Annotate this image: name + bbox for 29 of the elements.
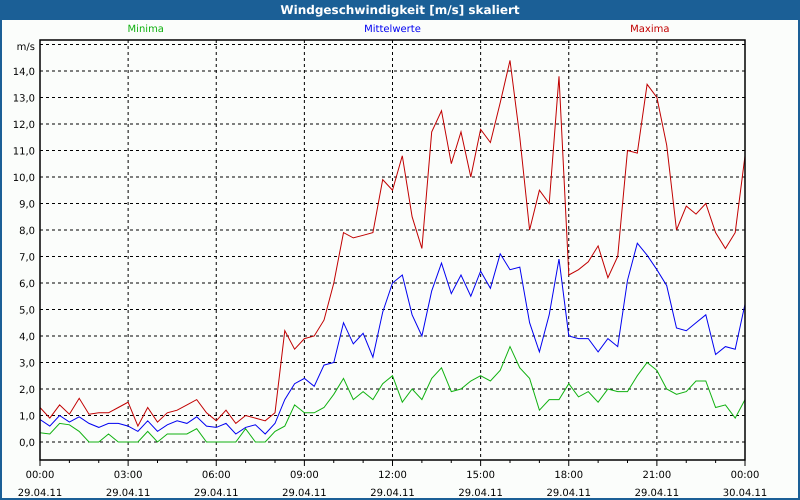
x-tick-label: 00:00 29.04.11: [18, 469, 62, 500]
x-tick-label: 15:00 29.04.11: [458, 469, 503, 500]
y-tick-label: 2,0: [19, 384, 35, 396]
y-tick-label: 12,0: [12, 120, 35, 131]
legend-label: Mittelwerte: [364, 24, 421, 35]
y-tick-label: 3,0: [19, 358, 35, 370]
legend-label: Minima: [128, 24, 164, 35]
y-tick-label: 0,0: [19, 438, 35, 449]
y-tick-label: 7,0: [19, 252, 35, 264]
y-tick-label: 9,0: [19, 200, 35, 210]
y-tick-label: 4,0: [19, 332, 35, 343]
y-tick-label: 13,0: [12, 94, 35, 104]
y-tick-label: 14,0: [12, 67, 35, 78]
y-tick-label: 8,0: [19, 226, 35, 237]
y-tick-label: 6,0: [19, 279, 35, 290]
x-tick-label: 00:00 30.04.11: [722, 469, 768, 500]
x-tick-label: 21:00 29.04.11: [634, 469, 680, 500]
window-title: Windgeschwindigkeit [m/s] skaliert: [279, 2, 521, 19]
legend-label: Maxima: [630, 24, 670, 35]
x-tick-label: 03:00 29.04.11: [106, 469, 150, 500]
y-axis-label: m/s: [16, 42, 35, 53]
x-tick-label: 09:00 29.04.11: [282, 469, 327, 500]
y-tick-label: 10,0: [12, 173, 35, 184]
y-tick-label: 11,0: [12, 146, 35, 158]
x-tick-label: 18:00 29.04.11: [546, 469, 592, 500]
x-tick-label: 06:00 29.04.11: [194, 469, 239, 500]
x-tick-label: 12:00 29.04.11: [370, 469, 415, 500]
y-tick-label: 1,0: [19, 411, 35, 422]
y-tick-label: 5,0: [19, 306, 35, 316]
